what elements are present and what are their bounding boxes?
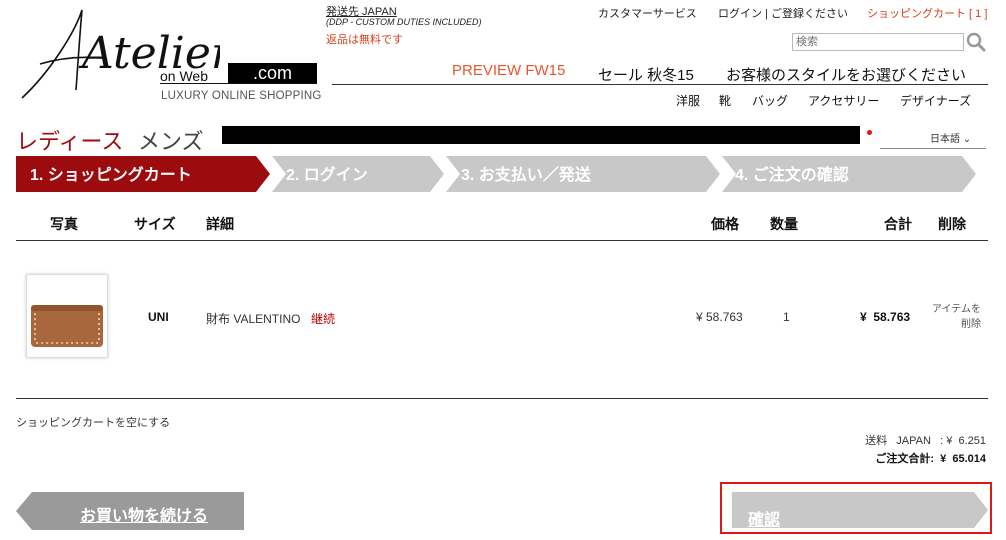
subnav-clothing[interactable]: 洋服 bbox=[676, 92, 700, 109]
table-bottom-divider bbox=[16, 398, 988, 399]
login-register-link[interactable]: ログイン | ご登録ください bbox=[718, 5, 848, 21]
shipping-cost: 送料 JAPAN : ¥ 6.251 bbox=[865, 435, 986, 447]
step-payment-shipping: 3. お支払い／発送 bbox=[461, 167, 591, 184]
header-quantity: 数量 bbox=[770, 216, 798, 232]
confirm-button[interactable]: 確認 bbox=[720, 482, 992, 534]
language-underline bbox=[880, 148, 986, 149]
row-quantity: 1 bbox=[783, 310, 790, 324]
confirm-label: 確認 bbox=[748, 512, 781, 529]
step-login: 2. ログイン bbox=[286, 167, 368, 184]
gender-mens[interactable]: メンズ bbox=[138, 124, 204, 156]
logo-dotcom: .com bbox=[228, 63, 317, 84]
header-price: 価格 bbox=[711, 216, 739, 232]
search-input[interactable] bbox=[792, 33, 964, 51]
empty-cart-link[interactable]: ショッピングカートを空にする bbox=[16, 414, 170, 430]
header-detail: 詳細 bbox=[206, 216, 234, 232]
language-label: 日本語 bbox=[930, 134, 960, 145]
chevron-down-icon: ⌄ bbox=[962, 134, 972, 145]
continue-shopping-label: お買い物を続ける bbox=[80, 508, 209, 525]
logo-tagline: LUXURY ONLINE SHOPPING bbox=[161, 90, 322, 102]
row-continue-link[interactable]: 継続 bbox=[311, 310, 335, 327]
remove-item-line2: 削除 bbox=[961, 319, 981, 330]
step-order-confirm: 4. ご注文の確認 bbox=[735, 167, 849, 184]
shopping-cart-link[interactable]: ショッピングカート [ 1 ] bbox=[867, 5, 987, 21]
header-total: 合計 bbox=[884, 216, 912, 232]
logo-script-graphic: Atelier bbox=[21, 9, 235, 99]
subnav-designers[interactable]: デザイナーズ bbox=[900, 92, 971, 109]
step-cart: 1. ショッピングカート bbox=[30, 167, 192, 184]
subnav-shoes[interactable]: 靴 bbox=[719, 92, 731, 109]
nav-divider bbox=[332, 84, 988, 85]
category-bar bbox=[222, 126, 860, 144]
row-price: ¥ 58.763 bbox=[696, 310, 743, 324]
nav-preview-fw15[interactable]: PREVIEW FW15 bbox=[452, 62, 565, 79]
checkout-steps: 1. ショッピングカート 2. ログイン 3. お支払い／発送 4. ご注文の確… bbox=[16, 156, 978, 192]
header-photo: 写真 bbox=[50, 216, 78, 232]
logo[interactable]: Atelier bbox=[20, 2, 235, 102]
row-total: ¥ 58.763 bbox=[860, 310, 911, 324]
row-size: UNI bbox=[148, 310, 169, 324]
remove-item-link[interactable]: アイテムを 削除 bbox=[931, 302, 981, 332]
search-icon[interactable] bbox=[966, 32, 986, 52]
row-product-name[interactable]: 財布 VALENTINO bbox=[206, 310, 300, 327]
free-returns-note: 返品は無料です bbox=[326, 34, 403, 46]
language-select[interactable]: 日本語 ⌄ bbox=[930, 130, 971, 145]
ddp-note: (DDP - CUSTOM DUTIES INCLUDED) bbox=[326, 17, 482, 27]
nav-sale[interactable]: セール 秋冬15 bbox=[598, 64, 694, 85]
customer-service-link[interactable]: カスタマーサービス bbox=[598, 5, 697, 21]
wallet-image bbox=[31, 305, 103, 347]
table-header-divider bbox=[16, 240, 988, 241]
subnav-bags[interactable]: バッグ bbox=[752, 92, 788, 109]
order-total: ご注文合計: ¥ 65.014 bbox=[875, 453, 986, 465]
nav-choose-style[interactable]: お客様のスタイルをお選びください bbox=[726, 64, 966, 85]
header-size: サイズ bbox=[134, 216, 176, 232]
continue-shopping-button[interactable]: お買い物を続ける bbox=[16, 492, 244, 530]
gender-ladies[interactable]: レディース bbox=[16, 124, 123, 156]
notification-dot bbox=[867, 130, 872, 135]
header-delete: 削除 bbox=[938, 216, 966, 232]
product-image[interactable] bbox=[26, 274, 108, 358]
remove-item-line1: アイテムを bbox=[932, 304, 981, 315]
subnav-accessories[interactable]: アクセサリー bbox=[808, 92, 879, 109]
logo-underline bbox=[160, 83, 317, 84]
logo-on-web: on Web bbox=[160, 68, 208, 84]
